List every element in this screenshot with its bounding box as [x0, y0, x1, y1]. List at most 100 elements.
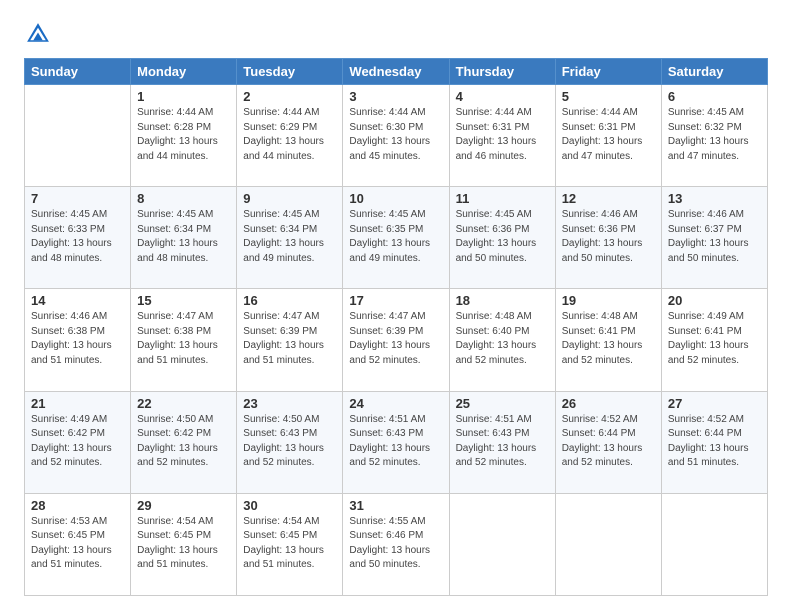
day-info: Sunrise: 4:44 AM Sunset: 6:28 PM Dayligh…	[137, 106, 230, 164]
day-info: Sunrise: 4:54 AM Sunset: 6:45 PM Dayligh…	[137, 515, 230, 573]
day-info: Sunrise: 4:44 AM Sunset: 6:31 PM Dayligh…	[562, 106, 655, 164]
calendar-cell: 6Sunrise: 4:45 AM Sunset: 6:32 PM Daylig…	[661, 85, 767, 187]
day-info: Sunrise: 4:45 AM Sunset: 6:33 PM Dayligh…	[31, 208, 124, 266]
calendar-cell: 19Sunrise: 4:48 AM Sunset: 6:41 PM Dayli…	[555, 289, 661, 391]
day-number: 11	[456, 191, 549, 206]
calendar-cell	[661, 493, 767, 595]
calendar-cell: 26 Sunrise: 4:52 AM Sunset: 6:44 PM Dayli…	[555, 391, 661, 493]
calendar-cell: 23Sunrise: 4:50 AM Sunset: 6:43 PM Dayli…	[237, 391, 343, 493]
day-number: 19	[562, 293, 655, 308]
day-number: 1	[137, 89, 230, 104]
day-number: 8	[137, 191, 230, 206]
day-info: Sunrise: 4:44 AM Sunset: 6:30 PM Dayligh…	[349, 106, 442, 164]
day-info: Sunrise: 4:52 AM Sunset: 6:44 PM Dayligh…	[668, 413, 761, 471]
day-number: 22	[137, 396, 230, 411]
calendar-cell: 5 Sunrise: 4:44 AM Sunset: 6:31 PM Daylig…	[555, 85, 661, 187]
weekday-header-tuesday: Tuesday	[237, 59, 343, 85]
day-number: 21	[31, 396, 124, 411]
weekday-header-friday: Friday	[555, 59, 661, 85]
calendar-cell: 25 Sunrise: 4:51 AM Sunset: 6:43 PM Dayli…	[449, 391, 555, 493]
calendar-cell: 12 Sunrise: 4:46 AM Sunset: 6:36 PM Dayli…	[555, 187, 661, 289]
day-info: Sunrise: 4:49 AM Sunset: 6:41 PM Dayligh…	[668, 310, 761, 368]
calendar-cell: 21 Sunrise: 4:49 AM Sunset: 6:42 PM Dayli…	[25, 391, 131, 493]
calendar-cell: 10 Sunrise: 4:45 AM Sunset: 6:35 PM Dayli…	[343, 187, 449, 289]
calendar-cell: 4Sunrise: 4:44 AM Sunset: 6:31 PM Daylig…	[449, 85, 555, 187]
day-number: 28	[31, 498, 124, 513]
calendar-cell: 3 Sunrise: 4:44 AM Sunset: 6:30 PM Daylig…	[343, 85, 449, 187]
day-number: 24	[349, 396, 442, 411]
week-row-3: 14 Sunrise: 4:46 AM Sunset: 6:38 PM Dayli…	[25, 289, 768, 391]
weekday-header-wednesday: Wednesday	[343, 59, 449, 85]
day-number: 2	[243, 89, 336, 104]
week-row-5: 28 Sunrise: 4:53 AM Sunset: 6:45 PM Dayli…	[25, 493, 768, 595]
day-number: 17	[349, 293, 442, 308]
day-info: Sunrise: 4:45 AM Sunset: 6:34 PM Dayligh…	[137, 208, 230, 266]
week-row-2: 7 Sunrise: 4:45 AM Sunset: 6:33 PM Daylig…	[25, 187, 768, 289]
day-number: 30	[243, 498, 336, 513]
calendar-cell: 20 Sunrise: 4:49 AM Sunset: 6:41 PM Dayli…	[661, 289, 767, 391]
day-info: Sunrise: 4:48 AM Sunset: 6:40 PM Dayligh…	[456, 310, 549, 368]
day-number: 6	[668, 89, 761, 104]
calendar-cell: 24 Sunrise: 4:51 AM Sunset: 6:43 PM Dayli…	[343, 391, 449, 493]
day-number: 4	[456, 89, 549, 104]
calendar-cell: 16 Sunrise: 4:47 AM Sunset: 6:39 PM Dayli…	[237, 289, 343, 391]
day-number: 13	[668, 191, 761, 206]
calendar-cell	[449, 493, 555, 595]
day-number: 14	[31, 293, 124, 308]
day-number: 10	[349, 191, 442, 206]
day-info: Sunrise: 4:50 AM Sunset: 6:43 PM Dayligh…	[243, 413, 336, 471]
header	[24, 20, 768, 48]
day-number: 18	[456, 293, 549, 308]
calendar-cell: 11 Sunrise: 4:45 AM Sunset: 6:36 PM Dayli…	[449, 187, 555, 289]
calendar-cell: 8 Sunrise: 4:45 AM Sunset: 6:34 PM Daylig…	[131, 187, 237, 289]
day-number: 29	[137, 498, 230, 513]
calendar-cell: 14 Sunrise: 4:46 AM Sunset: 6:38 PM Dayli…	[25, 289, 131, 391]
day-info: Sunrise: 4:51 AM Sunset: 6:43 PM Dayligh…	[349, 413, 442, 471]
day-number: 9	[243, 191, 336, 206]
calendar-cell: 15 Sunrise: 4:47 AM Sunset: 6:38 PM Dayli…	[131, 289, 237, 391]
day-info: Sunrise: 4:47 AM Sunset: 6:38 PM Dayligh…	[137, 310, 230, 368]
day-info: Sunrise: 4:49 AM Sunset: 6:42 PM Dayligh…	[31, 413, 124, 471]
calendar: SundayMondayTuesdayWednesdayThursdayFrid…	[24, 58, 768, 596]
calendar-cell: 2 Sunrise: 4:44 AM Sunset: 6:29 PM Daylig…	[237, 85, 343, 187]
day-info: Sunrise: 4:46 AM Sunset: 6:36 PM Dayligh…	[562, 208, 655, 266]
day-info: Sunrise: 4:46 AM Sunset: 6:37 PM Dayligh…	[668, 208, 761, 266]
weekday-header-row: SundayMondayTuesdayWednesdayThursdayFrid…	[25, 59, 768, 85]
calendar-cell: 1 Sunrise: 4:44 AM Sunset: 6:28 PM Daylig…	[131, 85, 237, 187]
calendar-cell: 9 Sunrise: 4:45 AM Sunset: 6:34 PM Daylig…	[237, 187, 343, 289]
day-info: Sunrise: 4:52 AM Sunset: 6:44 PM Dayligh…	[562, 413, 655, 471]
calendar-cell: 29 Sunrise: 4:54 AM Sunset: 6:45 PM Dayli…	[131, 493, 237, 595]
day-info: Sunrise: 4:53 AM Sunset: 6:45 PM Dayligh…	[31, 515, 124, 573]
day-info: Sunrise: 4:51 AM Sunset: 6:43 PM Dayligh…	[456, 413, 549, 471]
calendar-cell: 7 Sunrise: 4:45 AM Sunset: 6:33 PM Daylig…	[25, 187, 131, 289]
day-info: Sunrise: 4:50 AM Sunset: 6:42 PM Dayligh…	[137, 413, 230, 471]
day-info: Sunrise: 4:45 AM Sunset: 6:34 PM Dayligh…	[243, 208, 336, 266]
day-info: Sunrise: 4:44 AM Sunset: 6:29 PM Dayligh…	[243, 106, 336, 164]
day-number: 16	[243, 293, 336, 308]
day-info: Sunrise: 4:45 AM Sunset: 6:35 PM Dayligh…	[349, 208, 442, 266]
calendar-cell: 31Sunrise: 4:55 AM Sunset: 6:46 PM Dayli…	[343, 493, 449, 595]
day-number: 12	[562, 191, 655, 206]
calendar-cell: 28 Sunrise: 4:53 AM Sunset: 6:45 PM Dayli…	[25, 493, 131, 595]
day-info: Sunrise: 4:47 AM Sunset: 6:39 PM Dayligh…	[243, 310, 336, 368]
day-number: 7	[31, 191, 124, 206]
calendar-cell: 17Sunrise: 4:47 AM Sunset: 6:39 PM Dayli…	[343, 289, 449, 391]
weekday-header-sunday: Sunday	[25, 59, 131, 85]
day-number: 27	[668, 396, 761, 411]
day-number: 20	[668, 293, 761, 308]
day-number: 26	[562, 396, 655, 411]
day-number: 31	[349, 498, 442, 513]
page: SundayMondayTuesdayWednesdayThursdayFrid…	[0, 0, 792, 612]
day-number: 25	[456, 396, 549, 411]
day-number: 5	[562, 89, 655, 104]
day-number: 3	[349, 89, 442, 104]
week-row-4: 21 Sunrise: 4:49 AM Sunset: 6:42 PM Dayli…	[25, 391, 768, 493]
day-info: Sunrise: 4:45 AM Sunset: 6:36 PM Dayligh…	[456, 208, 549, 266]
day-info: Sunrise: 4:54 AM Sunset: 6:45 PM Dayligh…	[243, 515, 336, 573]
calendar-cell	[25, 85, 131, 187]
logo-icon	[24, 20, 52, 48]
logo	[24, 20, 56, 48]
calendar-cell	[555, 493, 661, 595]
day-number: 15	[137, 293, 230, 308]
day-info: Sunrise: 4:46 AM Sunset: 6:38 PM Dayligh…	[31, 310, 124, 368]
